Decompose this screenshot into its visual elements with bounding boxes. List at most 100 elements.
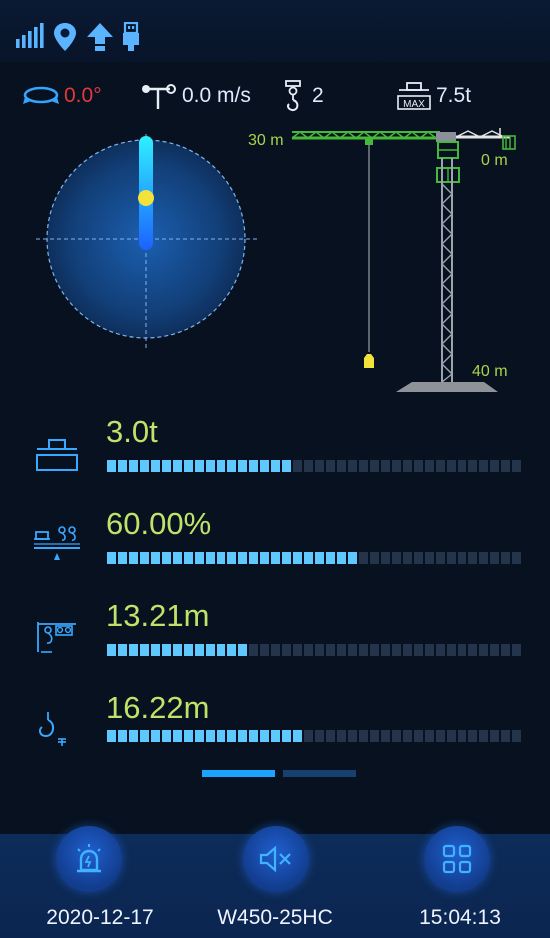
alarm-icon — [77, 844, 101, 873]
bar-segment — [150, 644, 160, 656]
bar-segment — [446, 730, 456, 742]
time-label: 15:04:13 — [419, 906, 501, 929]
bar-segment — [172, 730, 182, 742]
bar-segment — [402, 552, 412, 564]
bar-segment — [260, 552, 270, 564]
bar-segment — [501, 552, 511, 564]
bar-segment — [128, 730, 138, 742]
bar-segment — [161, 552, 171, 564]
bar-segment — [117, 644, 127, 656]
bar-segment — [117, 730, 127, 742]
bar-segment — [512, 644, 522, 656]
bar-segment — [315, 460, 325, 472]
bar-segment — [194, 644, 204, 656]
wind-speed-value: 0.0 m/s — [182, 84, 251, 107]
bar-segment — [194, 730, 204, 742]
bar-segment — [161, 644, 171, 656]
crane-tower — [441, 158, 454, 383]
bar-segment — [183, 644, 193, 656]
bar-segment — [457, 730, 467, 742]
bar-segment — [139, 644, 149, 656]
bar-segment — [337, 460, 346, 472]
bar-segment — [249, 460, 259, 472]
page-dot[interactable] — [202, 770, 275, 777]
bar-segment — [172, 460, 182, 472]
page-dot[interactable] — [283, 770, 356, 777]
bar-segment — [457, 552, 467, 564]
bar-segment — [369, 730, 379, 742]
trolley-zero-label: 0 m — [481, 152, 508, 169]
bar-segment — [347, 460, 357, 472]
bar-segment — [293, 644, 303, 656]
load-weight-value: 3.0t — [106, 414, 158, 449]
crane-cab — [436, 141, 460, 183]
jib-length-label: 30 m — [248, 132, 284, 149]
bar-segment — [238, 460, 248, 472]
bar-segment — [424, 644, 434, 656]
bar-segment — [468, 644, 478, 656]
bar-segment — [304, 644, 314, 656]
moment-ratio-icon — [34, 526, 80, 560]
bar-segment — [490, 644, 500, 656]
max-badge: MAX — [403, 99, 425, 110]
bar-segment — [468, 460, 478, 472]
upload-icon — [87, 23, 113, 51]
bar-segment — [107, 552, 116, 564]
moment-ratio-bar — [107, 552, 522, 564]
bar-segment — [282, 460, 292, 472]
bar-segment — [293, 552, 303, 564]
bar-segment — [358, 644, 368, 656]
max-load-icon: MAX — [397, 82, 431, 110]
crane-base — [396, 382, 498, 392]
mute-icon — [259, 845, 291, 873]
menu-button[interactable] — [424, 826, 490, 892]
bar-segment — [107, 460, 116, 472]
bar-segment — [282, 552, 292, 564]
load-weight-bar — [107, 460, 522, 472]
info-row: 0.0° 0.0 m/s 2 MAX 7.5t — [0, 78, 550, 114]
crane-trolley — [365, 139, 373, 145]
bar-segment — [391, 552, 401, 564]
bar-segment — [326, 644, 336, 656]
bar-segment — [249, 730, 259, 742]
bar-segment — [249, 644, 259, 656]
bar-segment — [183, 552, 193, 564]
bar-segment — [490, 460, 500, 472]
bar-segment — [260, 730, 270, 742]
max-load-readout: MAX 7.5t — [396, 78, 471, 114]
bar-segment — [326, 730, 336, 742]
bar-segment — [216, 644, 226, 656]
bar-segment — [117, 460, 127, 472]
bar-segment — [260, 644, 270, 656]
bar-segment — [183, 730, 193, 742]
menu-grid-icon — [442, 844, 472, 874]
bar-segment — [413, 730, 423, 742]
anemometer-icon — [142, 84, 176, 109]
model-label: W450-25HC — [217, 906, 333, 929]
wind-speed-readout: 0.0 m/s — [140, 78, 251, 114]
bar-segment — [358, 460, 368, 472]
bar-segment — [216, 460, 226, 472]
page-indicator[interactable] — [202, 770, 356, 777]
bar-segment — [435, 460, 445, 472]
bar-segment — [117, 552, 127, 564]
bar-segment — [347, 644, 357, 656]
hook-falls-value: 2 — [312, 84, 324, 107]
bar-segment — [490, 730, 500, 742]
moment-ratio-value: 60.00% — [106, 506, 212, 541]
hook-falls-readout: 2 — [282, 78, 324, 114]
bar-segment — [391, 460, 401, 472]
bar-segment — [216, 730, 226, 742]
bar-segment — [479, 552, 489, 564]
alarm-button[interactable] — [56, 826, 122, 892]
bar-segment — [457, 460, 467, 472]
bar-segment — [227, 644, 237, 656]
bar-segment — [107, 644, 116, 656]
bar-segment — [107, 730, 116, 742]
mute-button[interactable] — [243, 826, 309, 892]
bar-segment — [238, 552, 248, 564]
bar-segment — [205, 552, 215, 564]
bar-segment — [337, 730, 346, 742]
bar-segment — [249, 552, 259, 564]
hook-falls-icon — [285, 80, 301, 112]
